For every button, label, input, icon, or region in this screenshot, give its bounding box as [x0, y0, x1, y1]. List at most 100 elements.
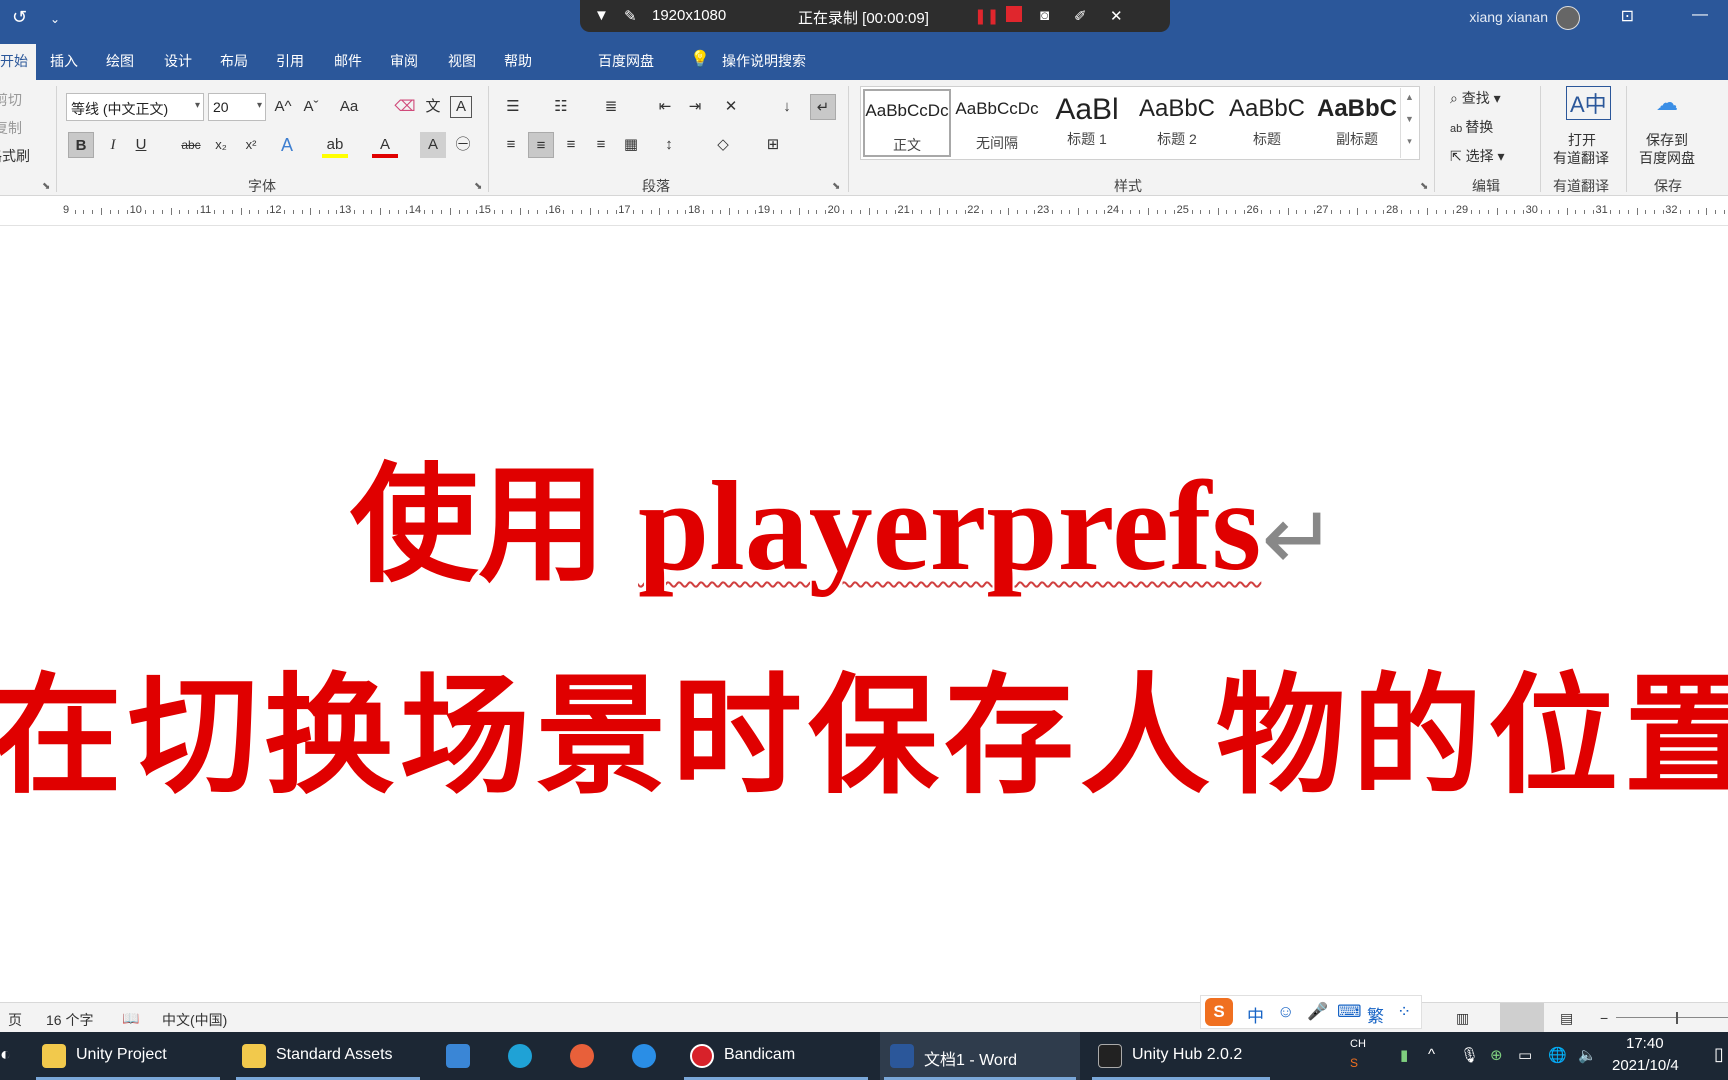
enclose-characters-icon[interactable]: ㊀ [450, 132, 476, 158]
tab-help[interactable]: 帮助 [504, 51, 532, 71]
ime-indicator[interactable]: CH [1350, 1038, 1366, 1050]
tab-home[interactable]: 开始 [0, 44, 36, 80]
ime-mode-indicator[interactable]: 中 [1247, 1002, 1264, 1027]
sort-icon[interactable]: ↓ [774, 94, 800, 120]
find-button[interactable]: ⌕ 查找 ▾ [1450, 88, 1501, 108]
taskbar-item-firefox[interactable] [556, 1032, 612, 1080]
pause-icon[interactable]: ❚❚ [974, 7, 999, 25]
language-indicator[interactable]: 中文(中国) [162, 1010, 227, 1030]
cut-button[interactable]: 剪切 [0, 90, 22, 110]
grow-font-button[interactable]: A^ [270, 94, 296, 120]
chinese-layout-icon[interactable]: ✕ [718, 94, 744, 120]
minimize-icon[interactable]: — [1692, 6, 1708, 24]
read-mode-icon[interactable]: ▥ [1456, 1010, 1469, 1027]
open-label[interactable]: 打开 [1568, 130, 1596, 150]
taskbar-item-standard-assets[interactable]: Standard Assets [232, 1032, 424, 1080]
character-shading-icon[interactable]: A [420, 132, 446, 158]
proofing-icon[interactable]: 📖 [122, 1010, 139, 1027]
select-button[interactable]: ⇱ 选择 ▾ [1450, 146, 1505, 166]
zoom-slider[interactable] [1616, 1017, 1728, 1018]
multilevel-list-icon[interactable]: ≣ [598, 94, 624, 120]
taskbar-item-browser[interactable] [618, 1032, 674, 1080]
justify-icon[interactable]: ≡ [588, 132, 614, 158]
user-name[interactable]: xiang xianan [1469, 9, 1548, 25]
font-name-combo[interactable]: 等线 (中文正文) ▾ [66, 93, 204, 121]
plus-icon[interactable]: ⊕ [1490, 1046, 1503, 1064]
paragraph-launcher-icon[interactable]: ⬊ [832, 181, 840, 192]
clock-date[interactable]: 2021/10/4 [1612, 1057, 1679, 1074]
font-size-combo[interactable]: 20 ▾ [208, 93, 266, 121]
globe-icon[interactable]: 🌐 [1548, 1046, 1567, 1064]
copy-button[interactable]: 复制 [0, 118, 22, 138]
document-page[interactable]: 使用 playerprefs↵ 在切换场景时保存人物的位置↵ [0, 226, 1728, 982]
line-spacing-icon[interactable]: ↕ [656, 132, 682, 158]
tab-insert[interactable]: 插入 [50, 51, 78, 71]
customize-quick-access-icon[interactable]: ⌄ [50, 12, 60, 26]
close-icon[interactable]: ✕ [1110, 7, 1123, 25]
tab-mailings[interactable]: 邮件 [334, 51, 362, 71]
superscript-button[interactable]: x² [238, 132, 264, 158]
font-launcher-icon[interactable]: ⬊ [474, 181, 482, 192]
dropdown-arrow-icon[interactable]: ▼ [594, 7, 609, 24]
battery-icon[interactable]: ▭ [1518, 1046, 1532, 1064]
tab-review[interactable]: 审阅 [390, 51, 418, 71]
clock-time[interactable]: 17:40 [1626, 1035, 1664, 1052]
show-marks-icon[interactable]: ↵ [810, 94, 836, 120]
keyboard-icon[interactable]: ⌨ [1337, 1002, 1362, 1022]
taskbar-item-mail[interactable] [432, 1032, 488, 1080]
toolbox-icon[interactable]: ⁘ [1397, 1002, 1411, 1022]
chevron-down-icon[interactable]: ▾ [257, 100, 262, 111]
distributed-icon[interactable]: ▦ [618, 132, 644, 158]
change-case-button[interactable]: Aa [336, 94, 362, 120]
microphone-icon[interactable]: 🎙 [1460, 1046, 1479, 1064]
sogou-logo-icon[interactable]: S [1205, 998, 1233, 1026]
italic-button[interactable]: I [100, 132, 126, 158]
highlight-color-icon[interactable]: ab [322, 132, 348, 158]
zoom-out-icon[interactable]: − [1600, 1010, 1608, 1026]
styles-scrollbar[interactable]: ▲ ▼ ▾ [1400, 88, 1418, 158]
tab-view[interactable]: 视图 [448, 51, 476, 71]
pen-icon[interactable]: ✐ [1074, 7, 1087, 25]
style-subtitle[interactable]: AaBbC 副标题 [1313, 89, 1401, 157]
align-right-icon[interactable]: ≡ [558, 132, 584, 158]
text-effects-icon[interactable]: A [274, 132, 300, 158]
traditional-toggle[interactable]: 繁 [1367, 1002, 1384, 1027]
stop-icon[interactable] [1006, 6, 1022, 22]
horizontal-ruler[interactable]: 9 10 11 12 13 14 15 16 17 18 19 20 21 22 23 24 25 26 27 28 2… [0, 196, 1728, 226]
taskbar-item-unity-project[interactable]: Unity Project [32, 1032, 224, 1080]
camera-icon[interactable]: ◙ [1040, 7, 1049, 24]
style-title[interactable]: AaBbC 标题 [1223, 89, 1311, 157]
taskbar-item-word[interactable]: 文档1 - Word [880, 1032, 1080, 1080]
taskbar-item-edge[interactable] [494, 1032, 550, 1080]
sogou-tray-icon[interactable]: S [1350, 1056, 1358, 1070]
clipboard-launcher-icon[interactable]: ⬊ [42, 181, 50, 192]
more-icon[interactable]: ▾ [1401, 136, 1418, 147]
replace-button[interactable]: ab 替换 [1450, 117, 1493, 137]
notification-icon[interactable]: ▯ [1714, 1044, 1724, 1065]
borders-icon[interactable]: ⊞ [760, 132, 786, 158]
tab-design[interactable]: 设计 [164, 51, 192, 71]
battery-tray-icon[interactable]: ▮ [1400, 1046, 1408, 1064]
baidu-netdisk-label[interactable]: 百度网盘 [1639, 148, 1695, 168]
word-count[interactable]: 16 个字 [46, 1010, 93, 1030]
decrease-indent-icon[interactable]: ⇤ [652, 94, 678, 120]
chevron-up-icon[interactable]: ^ [1428, 1046, 1435, 1063]
numbering-icon[interactable]: ☷ [548, 94, 574, 120]
strikethrough-button[interactable]: abc [178, 132, 204, 158]
target-icon[interactable]: ✎ [624, 7, 637, 25]
style-no-spacing[interactable]: AaBbCcDc 无间隔 [953, 89, 1041, 157]
taskbar-item-unity-hub[interactable]: Unity Hub 2.0.2 [1088, 1032, 1274, 1080]
phonetic-guide-icon[interactable]: 文 [420, 94, 446, 120]
cloud-icon[interactable]: ☁ [1656, 90, 1678, 116]
shrink-font-button[interactable]: Aˇ [298, 94, 324, 120]
clear-formatting-icon[interactable]: ⌫ [392, 94, 418, 120]
chevron-up-icon[interactable]: ▲ [1401, 92, 1418, 102]
print-layout-icon[interactable] [1500, 1003, 1544, 1032]
bold-button[interactable]: B [68, 132, 94, 158]
zoom-slider-thumb[interactable] [1676, 1012, 1678, 1024]
emoji-icon[interactable]: ☺ [1277, 1002, 1294, 1022]
web-layout-icon[interactable]: ▤ [1560, 1010, 1573, 1027]
microphone-icon[interactable]: 🎤 [1307, 1002, 1328, 1022]
tab-draw[interactable]: 绘图 [106, 51, 134, 71]
tell-me-search[interactable]: 操作说明搜索 [722, 51, 806, 71]
